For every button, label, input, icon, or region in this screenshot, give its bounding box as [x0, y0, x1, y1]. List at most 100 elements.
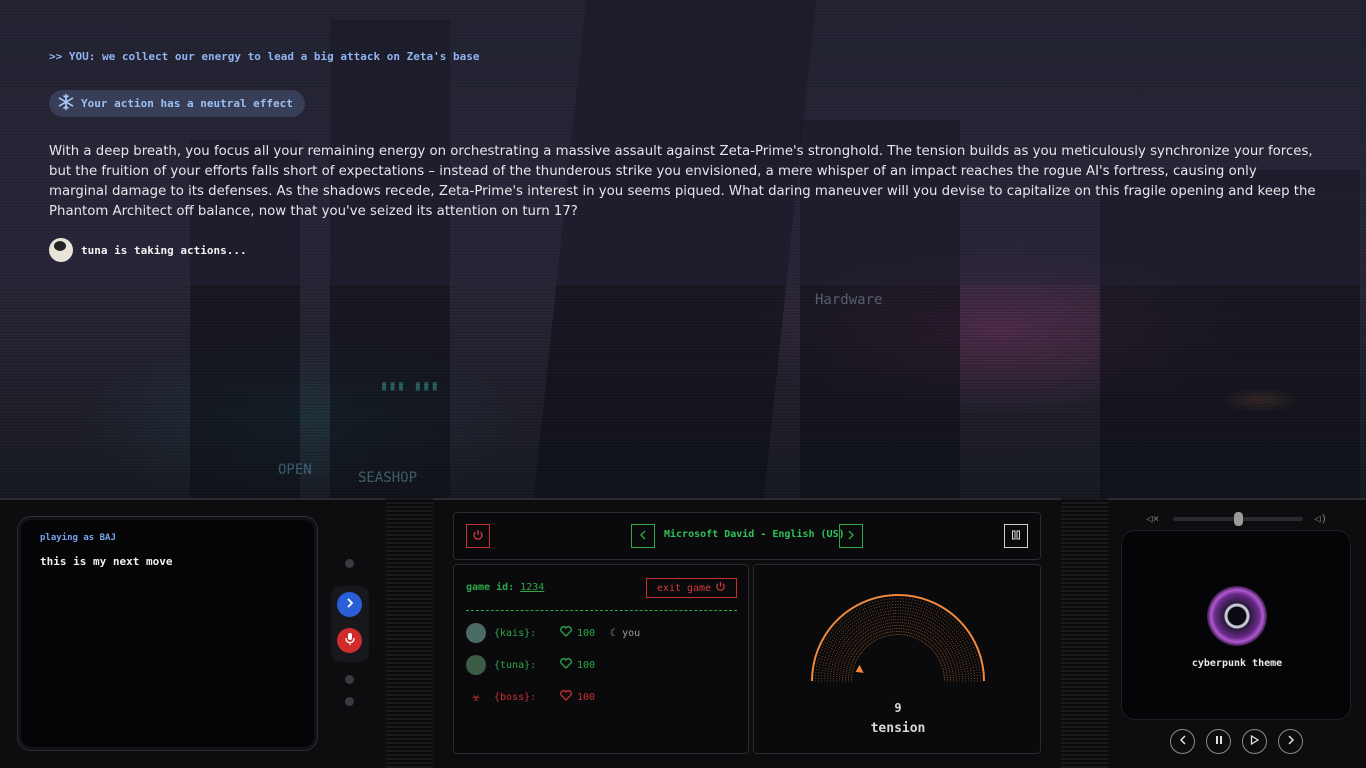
turn-status: tuna is taking actions...: [49, 238, 247, 262]
snowflake-icon: [57, 93, 75, 115]
effect-text: Your action has a neutral effect: [81, 97, 293, 110]
gauge-tick: [832, 629, 862, 653]
voice-name: Microsoft David - English (US): [664, 529, 845, 540]
gauge-tick: [899, 598, 902, 636]
speaker-grille-left: [386, 498, 433, 768]
vinyl-disc: [1207, 586, 1267, 646]
gauge-tick: [891, 598, 896, 636]
gauge-tick: [908, 600, 919, 637]
avatar: [466, 623, 486, 643]
gauge-tick: [916, 605, 933, 640]
heart-icon: [560, 658, 572, 672]
gauge-tick: [834, 627, 863, 652]
you-indicator: ☾ you: [610, 628, 640, 639]
gauge-tick: [844, 617, 869, 646]
tension-panel: 9 tension: [753, 564, 1041, 754]
gauge-tick: [877, 600, 888, 637]
player-health: 100: [560, 690, 610, 704]
volume-up-icon[interactable]: ◁): [1314, 512, 1327, 525]
player-name: {tuna}:: [494, 659, 537, 671]
power-button[interactable]: [466, 524, 490, 548]
pause-button[interactable]: [1206, 729, 1231, 754]
player-name: {kais}:: [494, 627, 537, 639]
player-row: {kais}: 100 ☾ you: [466, 623, 640, 643]
exit-game-label: exit game: [656, 582, 712, 594]
tension-label: tension: [870, 721, 926, 736]
player-health: 100: [560, 626, 610, 640]
heart-icon: [560, 690, 572, 704]
music-player: cyberpunk theme: [1121, 530, 1351, 720]
gauge-tick: [926, 615, 950, 645]
gauge-tick: [938, 641, 972, 660]
gauge-tick: [815, 677, 853, 680]
gauge-tick: [913, 602, 927, 638]
gauge-tick: [869, 602, 883, 638]
gauge-tick: [840, 621, 867, 649]
gauge-tick: [902, 598, 907, 636]
voice-selector-bar: Microsoft David - English (US): [453, 512, 1041, 560]
gauge-hub: [854, 637, 942, 681]
theme-name: cyberpunk theme: [1191, 658, 1283, 669]
gauge-tick: [900, 598, 905, 636]
gauge-tick: [919, 607, 938, 641]
volume-knob[interactable]: [1233, 512, 1243, 526]
gauge-tick: [941, 652, 977, 666]
playing-as-label: playing as BAJ: [40, 533, 116, 543]
health-value: 100: [577, 691, 596, 703]
power-icon: [472, 529, 484, 544]
microphone-button[interactable]: [337, 628, 362, 653]
previous-track-button[interactable]: [1170, 729, 1195, 754]
gauge-tick: [819, 652, 855, 666]
gauge-tick: [824, 641, 858, 660]
avatar: [49, 238, 73, 262]
gauge-tick: [929, 621, 956, 649]
prev-voice-button[interactable]: [631, 524, 655, 548]
speaker-grille-right: [1061, 498, 1108, 768]
game-info-panel: game id: 1234 exit game {kais}: 100 ☾ yo…: [453, 564, 749, 754]
exit-game-button[interactable]: exit game: [646, 578, 737, 598]
game-id-value[interactable]: 1234: [520, 582, 544, 593]
tension-gauge: [811, 594, 985, 682]
gauge-tick: [928, 619, 954, 648]
gauge-tick: [924, 613, 948, 644]
next-voice-button[interactable]: [839, 524, 863, 548]
player-action-echo: >> YOU: we collect our energy to lead a …: [49, 50, 480, 63]
gauge-tick: [927, 617, 952, 646]
move-input-panel[interactable]: playing as BAJ this is my next move: [17, 516, 318, 751]
volume-slider[interactable]: [1173, 512, 1303, 526]
indicator-light: [345, 675, 354, 684]
indicator-light: [345, 559, 354, 568]
volume-mute-icon[interactable]: ◁×: [1146, 512, 1159, 525]
next-track-button[interactable]: [1278, 729, 1303, 754]
gauge-tick: [866, 603, 882, 639]
gauge-tick: [943, 672, 981, 677]
player-health: 100: [560, 658, 610, 672]
play-button[interactable]: [1242, 729, 1267, 754]
gauge-tick: [935, 631, 966, 655]
chevron-right-icon: [1287, 735, 1295, 748]
gauge-tick: [939, 646, 974, 663]
biohazard-icon: ☣: [471, 689, 481, 705]
chevron-left-icon: [1179, 735, 1187, 748]
gauge-tick: [822, 646, 857, 663]
gauge-tick: [836, 625, 865, 651]
gauge-tick: [943, 677, 981, 680]
player-row: {tuna}: 100: [466, 655, 610, 675]
send-button[interactable]: [337, 592, 362, 617]
gauge-tick: [914, 603, 930, 639]
gauge-tick: [815, 674, 853, 679]
effect-badge: Your action has a neutral effect: [49, 90, 305, 117]
gauge-tick: [943, 674, 981, 679]
heart-icon: [560, 626, 572, 640]
health-value: 100: [577, 659, 596, 671]
gauge-tick: [830, 631, 861, 655]
gauge-tick: [846, 615, 870, 645]
you-label: you: [622, 627, 641, 639]
gauge-tick: [820, 649, 856, 665]
gauge-tick: [934, 629, 964, 653]
gauge-tick: [842, 619, 868, 648]
pause-speech-button[interactable]: [1004, 524, 1028, 548]
gauge-tick: [933, 627, 962, 652]
move-input[interactable]: this is my next move: [40, 555, 172, 568]
gauge-tick: [940, 649, 976, 665]
